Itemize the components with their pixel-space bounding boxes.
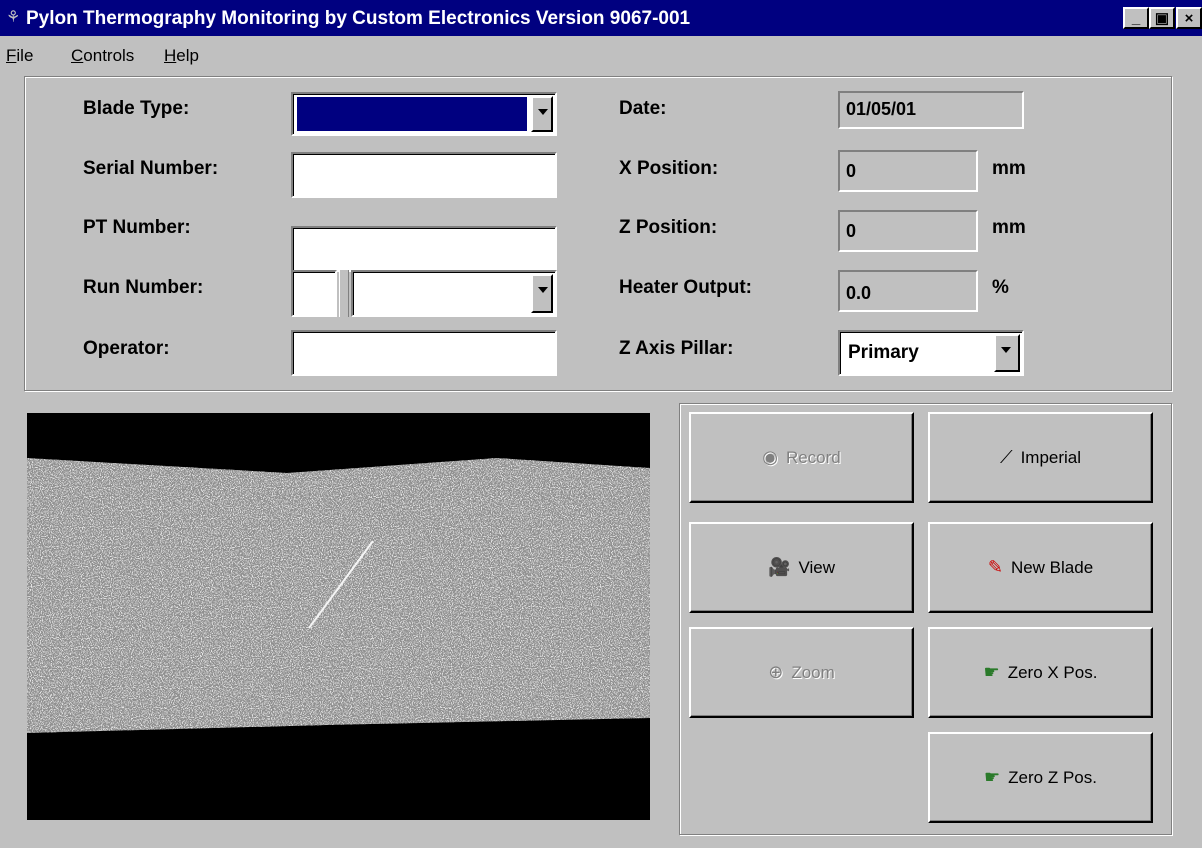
z-axis-pillar-label: Z Axis Pillar: — [619, 338, 734, 359]
zoom-button-label: Zoom — [791, 662, 835, 682]
paint-icon: ✎ — [987, 557, 1003, 577]
date-label: Date: — [619, 98, 667, 119]
menu-controls[interactable]: Controls — [71, 46, 134, 66]
menu-bar: File Controls Help — [0, 40, 1202, 70]
z-position-label: Z Position: — [619, 217, 718, 238]
operator-label: Operator: — [83, 338, 170, 359]
chevron-down-icon[interactable] — [994, 334, 1020, 372]
zero-z-button[interactable]: ☛ Zero Z Pos. — [928, 732, 1153, 823]
maximize-icon: ▣ — [1154, 10, 1170, 27]
blade-type-dropdown[interactable] — [291, 92, 557, 136]
serial-number-label: Serial Number: — [83, 158, 219, 179]
camera-icon: 🎥 — [768, 557, 791, 577]
run-number-input[interactable] — [291, 270, 337, 317]
zero-z-button-label: Zero Z Pos. — [1008, 767, 1097, 787]
blade-type-selection — [297, 97, 527, 131]
minimize-icon: _ — [1131, 9, 1141, 27]
run-number-dropdown[interactable] — [351, 270, 557, 317]
window-title: Pylon Thermography Monitoring by Custom … — [26, 8, 691, 29]
pt-number-input[interactable] — [291, 226, 557, 272]
blade-texture — [27, 458, 650, 733]
z-axis-pillar-value: Primary — [848, 342, 919, 363]
menu-file[interactable]: File — [6, 46, 33, 66]
z-position-value: 0 — [838, 210, 978, 252]
heater-output-unit: % — [992, 277, 1009, 298]
new-blade-button[interactable]: ✎ New Blade — [928, 522, 1153, 613]
hand-icon: ☛ — [984, 767, 1001, 787]
z-position-unit: mm — [992, 217, 1026, 238]
chevron-down-icon[interactable] — [531, 96, 553, 132]
run-number-spin-separator — [339, 270, 349, 317]
x-position-value: 0 — [838, 150, 978, 192]
serial-number-input[interactable] — [291, 152, 557, 198]
thermography-scan — [27, 458, 650, 733]
heater-output-label: Heater Output: — [619, 277, 752, 298]
title-bar: ⚘ Pylon Thermography Monitoring by Custo… — [0, 0, 1202, 36]
chevron-down-icon[interactable] — [531, 274, 553, 313]
blade-type-label: Blade Type: — [83, 98, 190, 119]
imperial-button[interactable]: ⟋ Imperial — [928, 412, 1153, 503]
pt-number-label: PT Number: — [83, 217, 191, 238]
close-icon: × — [1184, 9, 1194, 27]
zero-x-button-label: Zero X Pos. — [1007, 662, 1098, 682]
maximize-button[interactable]: ▣ — [1149, 7, 1175, 29]
x-position-label: X Position: — [619, 158, 719, 179]
new-blade-button-label: New Blade — [1010, 557, 1094, 577]
close-button[interactable]: × — [1176, 7, 1202, 29]
x-position-unit: mm — [992, 158, 1026, 179]
minimize-button[interactable]: _ — [1123, 7, 1149, 29]
view-button[interactable]: 🎥 View — [689, 522, 914, 613]
z-axis-pillar-dropdown[interactable]: Primary — [838, 330, 1024, 376]
ruler-icon: ⟋ — [999, 447, 1013, 467]
run-number-label: Run Number: — [83, 277, 204, 298]
date-value: 01/05/01 — [838, 91, 1024, 129]
imperial-button-label: Imperial — [1020, 447, 1082, 467]
record-button-label: Record — [785, 447, 841, 467]
record-button[interactable]: ◉ Record — [689, 412, 914, 503]
menu-help[interactable]: Help — [164, 46, 199, 66]
zero-x-button[interactable]: ☛ Zero X Pos. — [928, 627, 1153, 718]
view-button-label: View — [798, 557, 835, 577]
heater-output-value: 0.0 — [838, 270, 978, 312]
hand-icon: ☛ — [983, 662, 1000, 682]
magnifier-icon: ⊕ — [768, 662, 784, 682]
app-icon[interactable]: ⚘ — [6, 9, 20, 27]
record-icon: ◉ — [762, 447, 778, 467]
thermography-image — [27, 413, 650, 820]
zoom-button[interactable]: ⊕ Zoom — [689, 627, 914, 718]
operator-input[interactable] — [291, 330, 557, 376]
